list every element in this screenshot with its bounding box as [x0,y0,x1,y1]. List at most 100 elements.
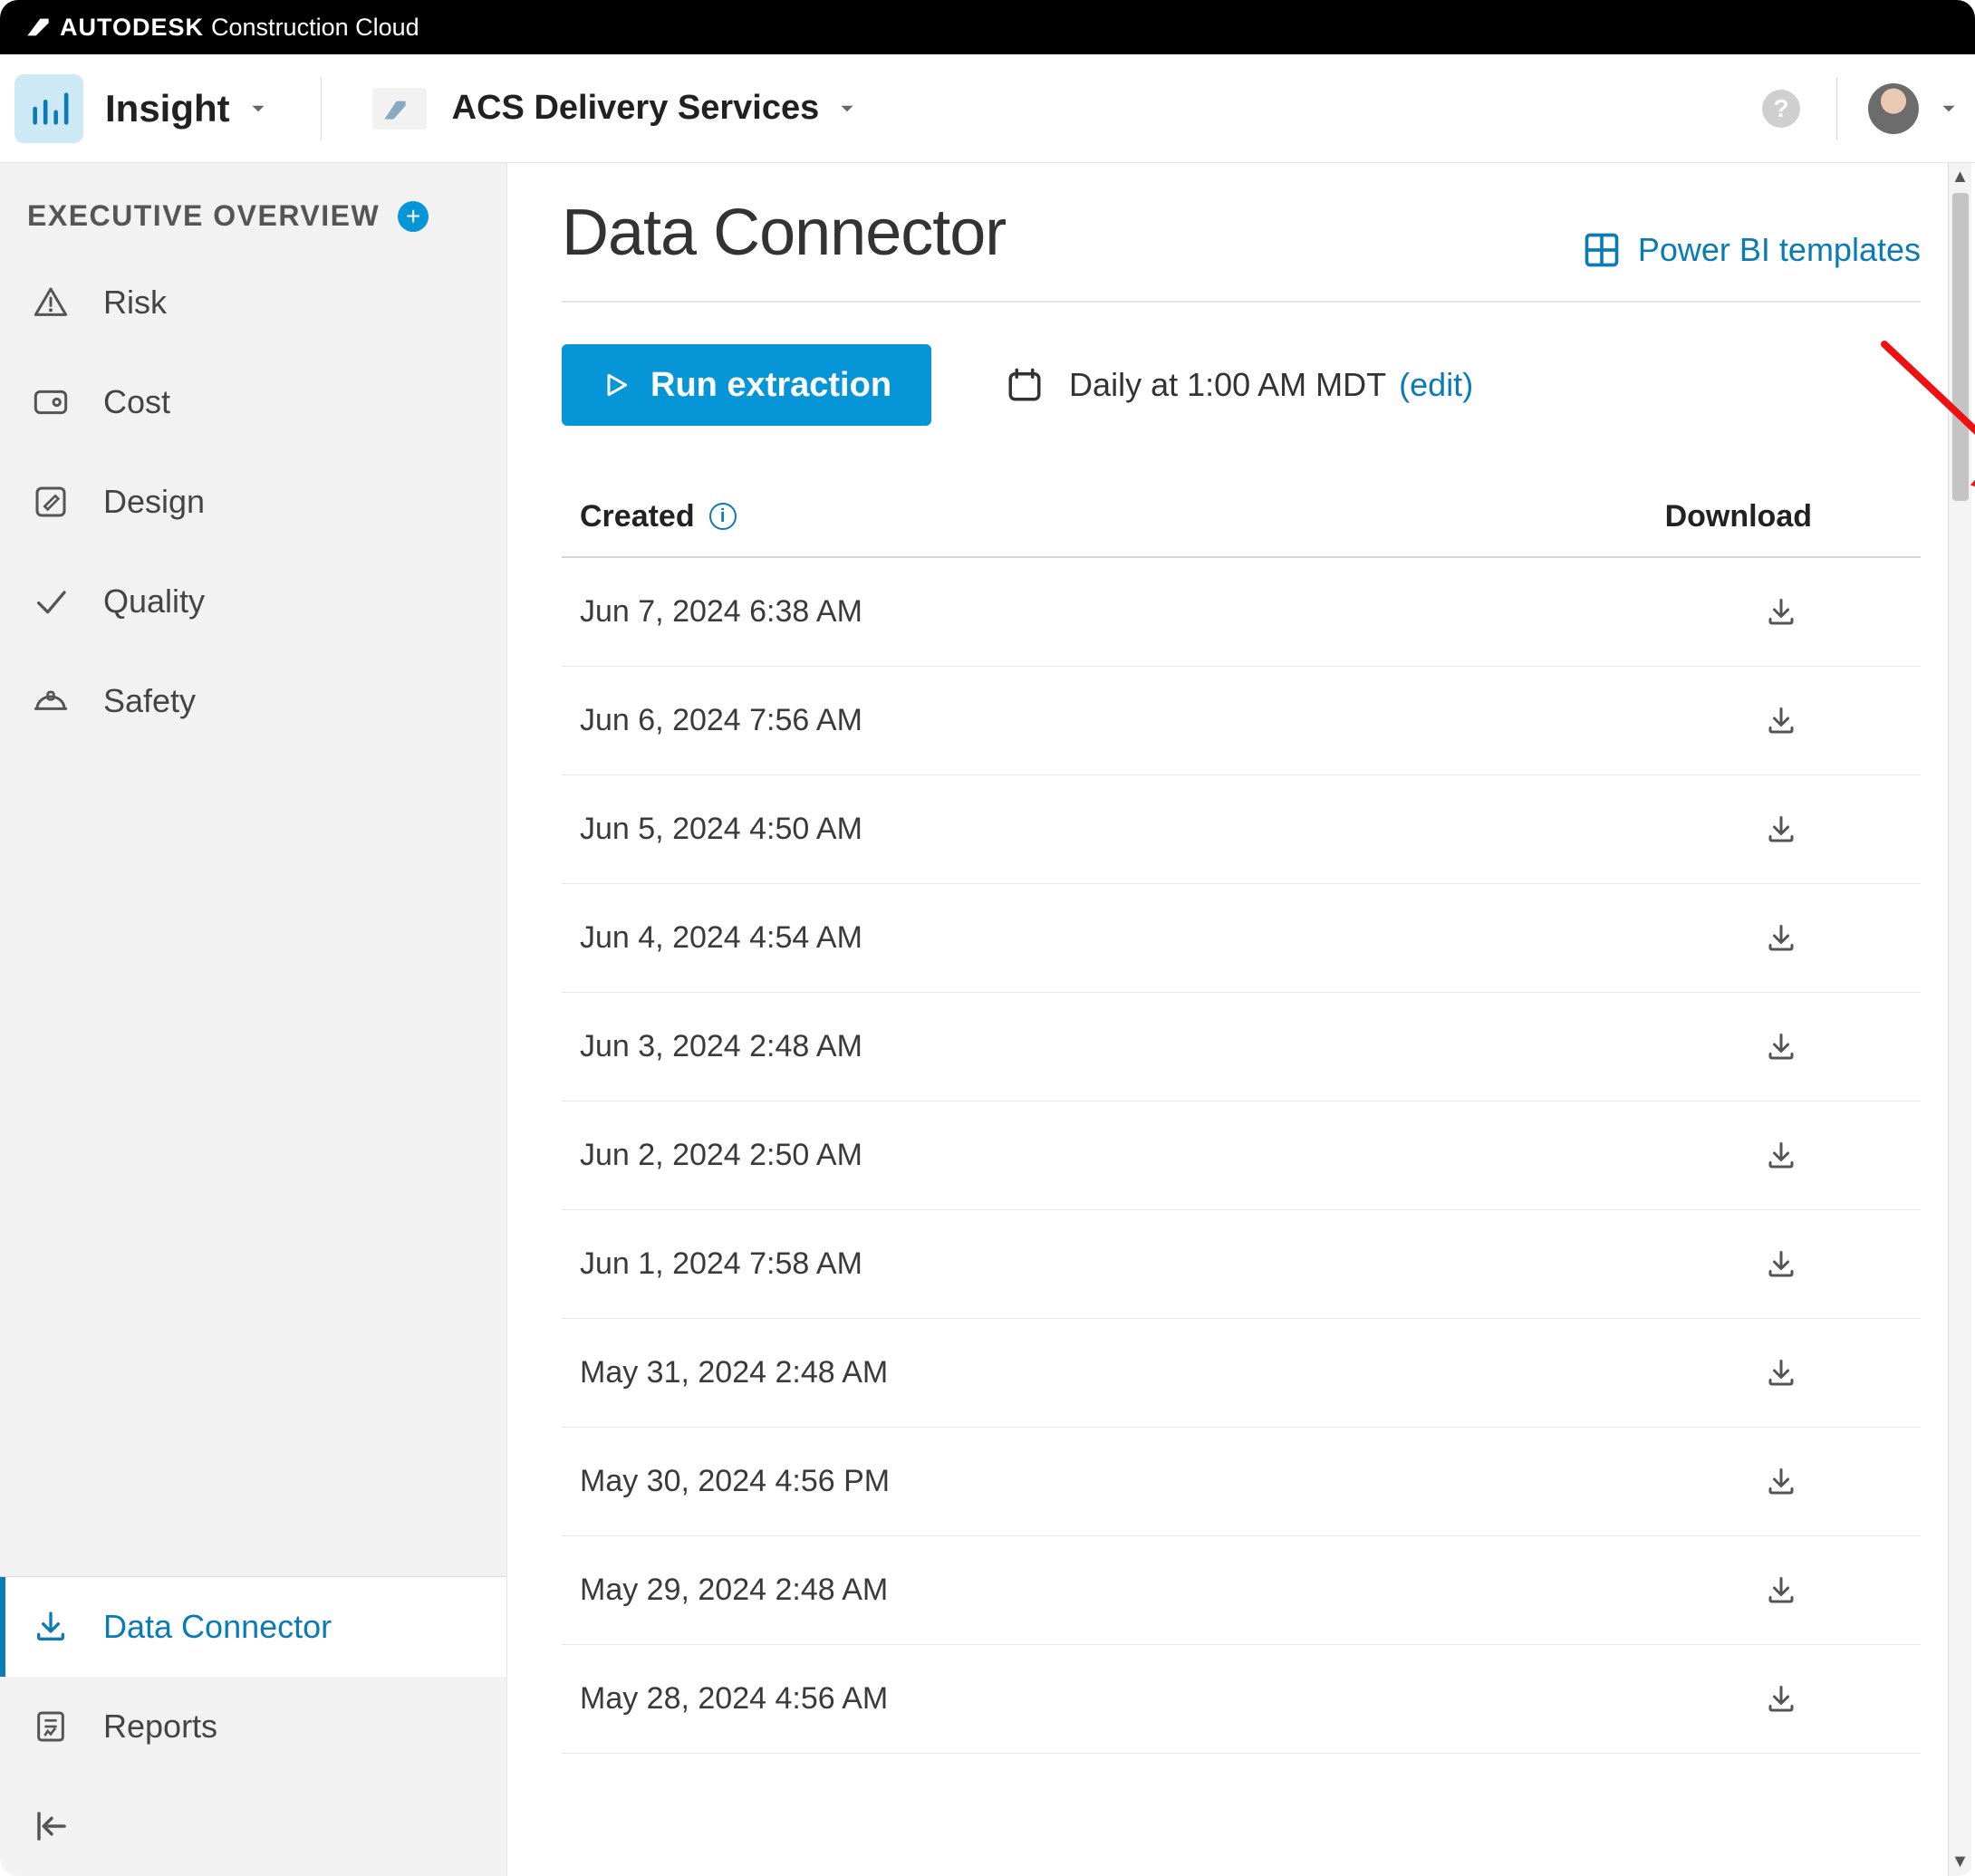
tool-chevron-down-icon[interactable] [246,97,270,120]
sidebar-item-quality[interactable]: Quality [0,552,506,651]
top-bar: Insight ACS Delivery Services ? [0,54,1975,163]
schedule-text: Daily at 1:00 AM MDT [1069,366,1386,404]
download-icon [33,1609,69,1645]
main-content: Data Connector Power BI templates Run ex… [507,163,1975,1876]
sidebar-item-cost[interactable]: Cost [0,352,506,452]
table-row[interactable]: Jun 2, 2024 2:50 AM [562,1102,1921,1210]
run-extraction-button[interactable]: Run extraction [562,344,931,426]
created-cell: Jun 6, 2024 7:56 AM [580,703,862,738]
power-bi-templates-link[interactable]: Power BI templates [1582,230,1921,270]
user-chevron-down-icon[interactable] [1937,97,1961,120]
sidebar-item-label: Design [103,483,205,521]
report-icon [33,1708,69,1745]
table-row[interactable]: Jun 3, 2024 2:48 AM [562,993,1921,1102]
executive-overview-header: EXECUTIVE OVERVIEW + [0,163,506,253]
pencil-square-icon [33,484,69,520]
scroll-up-icon[interactable]: ▲ [1951,163,1970,191]
user-menu[interactable] [1836,77,1961,140]
sidebar-item-design[interactable]: Design [0,452,506,552]
created-cell: Jun 5, 2024 4:50 AM [580,812,862,847]
created-cell: May 30, 2024 4:56 PM [580,1464,890,1499]
play-icon [602,370,631,399]
brand-bar: AUTODESK Construction Cloud [0,0,1975,54]
scroll-down-icon[interactable]: ▼ [1951,1848,1970,1876]
download-button[interactable] [1765,1140,1797,1172]
download-button[interactable] [1765,1683,1797,1716]
sidebar-item-label: Risk [103,284,167,322]
created-cell: Jun 2, 2024 2:50 AM [580,1138,862,1173]
table-row[interactable]: Jun 5, 2024 4:50 AM [562,775,1921,884]
download-icon [1765,1466,1797,1498]
page-title: Data Connector [562,196,1006,270]
table-row[interactable]: Jun 4, 2024 4:54 AM [562,884,1921,993]
download-button[interactable] [1765,1357,1797,1390]
download-button[interactable] [1765,1031,1797,1063]
wallet-icon [33,384,69,420]
created-cell: Jun 3, 2024 2:48 AM [580,1029,862,1064]
download-icon [1765,1031,1797,1063]
autodesk-logo-icon [25,14,51,40]
download-button[interactable] [1765,705,1797,737]
grid-icon [1582,230,1622,270]
sidebar-item-label: Safety [103,682,196,720]
table-row[interactable]: May 31, 2024 2:48 AM [562,1319,1921,1428]
table-row[interactable]: May 28, 2024 4:56 AM [562,1645,1921,1754]
vertical-scrollbar[interactable]: ▲ ▼ [1948,163,1971,1876]
insight-tool-icon[interactable] [14,74,83,143]
download-icon [1765,705,1797,737]
account-chevron-down-icon[interactable] [835,97,859,120]
run-extraction-label: Run extraction [650,366,891,405]
download-button[interactable] [1765,1466,1797,1498]
created-cell: May 28, 2024 4:56 AM [580,1681,888,1717]
created-cell: Jun 1, 2024 7:58 AM [580,1246,862,1282]
account-logo [372,88,427,130]
sidebar-item-reports[interactable]: Reports [0,1677,506,1776]
sidebar-item-label: Reports [103,1708,217,1746]
help-icon[interactable]: ? [1762,90,1800,128]
sidebar: EXECUTIVE OVERVIEW + Risk Cost Design Qu… [0,163,507,1876]
download-button[interactable] [1765,1574,1797,1607]
column-download: Download [1665,499,1812,534]
collapse-icon [33,1807,71,1845]
check-icon [33,583,69,620]
download-icon [1765,1683,1797,1716]
download-icon [1765,922,1797,955]
account-dropdown[interactable]: ACS Delivery Services [452,89,820,128]
download-button[interactable] [1765,813,1797,846]
table-row[interactable]: May 30, 2024 4:56 PM [562,1428,1921,1536]
download-icon [1765,1140,1797,1172]
sidebar-item-risk[interactable]: Risk [0,253,506,352]
download-icon [1765,1574,1797,1607]
table-row[interactable]: Jun 7, 2024 6:38 AM [562,558,1921,667]
download-icon [1765,1248,1797,1281]
table-row[interactable]: Jun 1, 2024 7:58 AM [562,1210,1921,1319]
edit-schedule-link[interactable]: (edit) [1399,366,1473,404]
created-cell: May 31, 2024 2:48 AM [580,1355,888,1390]
created-cell: May 29, 2024 2:48 AM [580,1573,888,1608]
download-icon [1765,596,1797,629]
table-row[interactable]: May 29, 2024 2:48 AM [562,1536,1921,1645]
executive-overview-title: EXECUTIVE OVERVIEW [27,199,380,233]
scroll-thumb[interactable] [1952,193,1969,501]
download-button[interactable] [1765,596,1797,629]
download-icon [1765,1357,1797,1390]
download-button[interactable] [1765,922,1797,955]
tool-dropdown[interactable]: Insight [105,87,230,130]
schedule-display: Daily at 1:00 AM MDT (edit) [1006,366,1473,404]
download-icon [1765,813,1797,846]
sidebar-item-label: Cost [103,383,170,421]
sidebar-item-label: Quality [103,582,205,621]
sidebar-item-label: Data Connector [103,1608,332,1646]
avatar [1868,83,1919,134]
column-created[interactable]: Created [580,499,695,534]
info-icon[interactable]: i [709,503,737,530]
add-dashboard-button[interactable]: + [398,201,429,232]
download-button[interactable] [1765,1248,1797,1281]
sidebar-item-safety[interactable]: Safety [0,651,506,751]
warning-triangle-icon [33,284,69,321]
sidebar-item-data-connector[interactable]: Data Connector [0,1577,506,1677]
hardhat-icon [33,683,69,719]
table-row[interactable]: Jun 6, 2024 7:56 AM [562,667,1921,775]
collapse-sidebar-button[interactable] [0,1776,506,1876]
extractions-table: Created i Download Jun 7, 2024 6:38 AM Ju… [562,476,1921,1754]
